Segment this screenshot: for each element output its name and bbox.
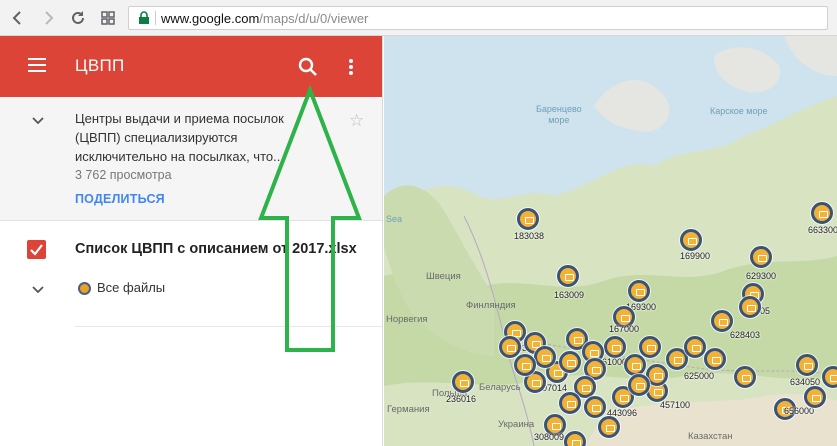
map-marker[interactable] — [557, 265, 579, 287]
country-label-sweden: Швеция — [426, 271, 461, 282]
share-button[interactable]: ПОДЕЛИТЬСЯ — [75, 192, 165, 206]
map-marker[interactable] — [804, 386, 826, 408]
marker-label: 167000 — [609, 324, 640, 334]
menu-icon[interactable] — [28, 58, 46, 72]
check-icon — [30, 244, 43, 256]
map-marker[interactable] — [517, 208, 539, 230]
apps-grid-icon[interactable] — [98, 8, 118, 28]
browser-toolbar: www.google.com/maps/d/u/0/viewer — [0, 0, 837, 36]
chevron-down-icon[interactable] — [31, 116, 45, 126]
map-marker[interactable] — [534, 346, 556, 368]
marker-label: 629300 — [746, 271, 777, 281]
map-title: ЦВПП — [75, 56, 125, 75]
map-marker[interactable] — [624, 354, 646, 376]
sea-label-barents: Баренцево море — [536, 104, 582, 125]
map-marker[interactable] — [452, 371, 474, 393]
map-marker[interactable] — [734, 366, 756, 388]
map-marker[interactable] — [704, 348, 726, 370]
country-label-norway: Норвегия — [386, 314, 428, 325]
search-icon[interactable] — [296, 55, 320, 79]
chevron-down-icon[interactable] — [31, 285, 45, 295]
map-marker[interactable] — [584, 396, 606, 418]
map-marker[interactable] — [564, 431, 586, 446]
map-marker[interactable] — [639, 336, 661, 358]
view-count: 3 762 просмотра — [75, 168, 172, 182]
map-marker[interactable] — [822, 366, 837, 388]
map-marker[interactable] — [750, 246, 772, 268]
marker-label: 663300 — [808, 225, 837, 235]
annotation-arrow-icon — [258, 86, 362, 352]
country-label-finland: Финляндия — [466, 300, 516, 311]
layer-checkbox[interactable] — [27, 240, 46, 259]
marker-label: 457100 — [660, 400, 691, 410]
marker-label: 183038 — [514, 231, 545, 241]
map-marker[interactable] — [604, 336, 626, 358]
country-label-kazakhstan: Казахстан — [688, 431, 733, 442]
back-arrow-icon[interactable] — [8, 8, 28, 28]
map-marker[interactable] — [739, 296, 761, 318]
map-marker[interactable] — [796, 354, 818, 376]
address-bar[interactable]: www.google.com/maps/d/u/0/viewer — [128, 6, 828, 30]
marker-label: 236016 — [446, 394, 477, 404]
marker-style-icon — [78, 282, 91, 295]
marker-label: 628403 — [730, 330, 761, 340]
map-marker[interactable] — [559, 351, 581, 373]
marker-label: 169900 — [680, 251, 711, 261]
map-canvas[interactable]: Баренцево море Карское море Sea Швеция Фи… — [384, 36, 837, 446]
lock-icon — [139, 11, 149, 24]
map-marker[interactable] — [811, 202, 833, 224]
reload-icon[interactable] — [68, 8, 88, 28]
marker-label: 625000 — [684, 371, 715, 381]
url-text: www.google.com/maps/d/u/0/viewer — [161, 11, 369, 26]
map-marker[interactable] — [684, 336, 706, 358]
map-marker[interactable] — [711, 310, 733, 332]
country-label-germany: Германия — [387, 404, 430, 415]
map-marker[interactable] — [499, 336, 521, 358]
country-label-belarus: Беларусь — [479, 382, 521, 393]
map-marker[interactable] — [514, 354, 536, 376]
marker-label: 656000 — [784, 406, 815, 416]
country-label-ukraine: Украина — [498, 419, 535, 430]
more-vert-icon[interactable] — [341, 55, 361, 79]
marker-label: 163009 — [554, 290, 585, 300]
forward-arrow-icon[interactable] — [38, 8, 58, 28]
map-marker[interactable] — [598, 416, 620, 438]
map-marker[interactable] — [628, 280, 650, 302]
map-marker[interactable] — [680, 229, 702, 251]
marker-label: 308009 — [534, 432, 565, 442]
map-marker[interactable] — [628, 374, 650, 396]
sea-label-sea: Sea — [386, 214, 403, 224]
all-files-label[interactable]: Все файлы — [97, 280, 165, 295]
map-marker[interactable] — [559, 392, 581, 414]
sea-label-kara: Карское море — [710, 106, 768, 116]
